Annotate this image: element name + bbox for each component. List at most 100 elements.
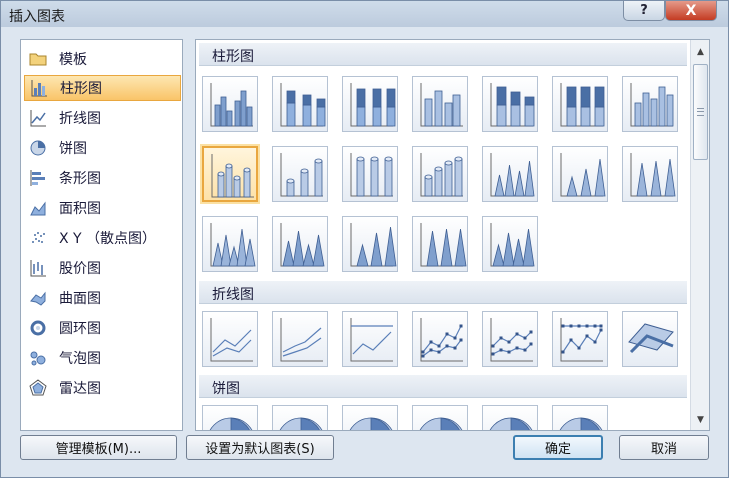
manage-templates-button[interactable]: 管理模板(M)... (20, 435, 177, 460)
col-chart-icon (420, 83, 463, 127)
col-chart-icon (210, 83, 253, 127)
scroll-grip-icon (697, 108, 704, 116)
chart-subtype-thumb[interactable] (202, 405, 258, 430)
chart-subtype-thumb[interactable] (342, 405, 398, 430)
chart-subtype-thumb[interactable] (202, 76, 258, 132)
close-button[interactable]: X (665, 1, 717, 21)
title-bar: 插入图表 ? X (1, 1, 728, 27)
col-chart-icon (490, 83, 535, 127)
cyl-chart-icon (420, 153, 463, 197)
dialog-title: 插入图表 (9, 9, 65, 25)
line-chart-icon (490, 318, 533, 362)
chart-subtype-thumb[interactable] (482, 311, 538, 367)
category-label: 模板 (59, 52, 87, 68)
col-chart-icon (560, 83, 605, 127)
cancel-button[interactable]: 取消 (619, 435, 709, 460)
category-item-pie[interactable]: 饼图 (24, 135, 181, 161)
help-button[interactable]: ? (623, 1, 665, 21)
chart-subtype-thumb[interactable] (482, 216, 538, 272)
chart-subtype-thumb[interactable] (202, 146, 258, 202)
ok-button[interactable]: 确定 (513, 435, 603, 460)
chart-subtype-thumb[interactable] (552, 146, 608, 202)
section-title: 柱形图 (212, 49, 254, 65)
chart-subtype-thumb[interactable] (412, 76, 468, 132)
chart-subtype-thumb[interactable] (272, 76, 328, 132)
pie-chart-icon (559, 417, 603, 430)
chart-subtype-thumb[interactable] (272, 311, 328, 367)
section-title: 折线图 (212, 287, 254, 303)
category-item-bar[interactable]: 条形图 (24, 165, 181, 191)
set-default-chart-button[interactable]: 设置为默认图表(S) (186, 435, 334, 460)
chart-category-list: 模板 柱形图 折线图 饼图 条形图 面积图 X Y （散点图） 股价图 曲面图 … (20, 39, 183, 431)
chart-subtype-gallery: 柱形图 折线图 饼图 (196, 40, 690, 430)
category-item-line[interactable]: 折线图 (24, 105, 181, 131)
chart-subtype-thumb[interactable] (342, 311, 398, 367)
category-item-column[interactable]: 柱形图 (24, 75, 181, 101)
line-chart-icon (628, 323, 674, 354)
chart-subtype-thumb[interactable] (482, 405, 538, 430)
col-chart-icon (630, 83, 674, 127)
scroll-up-icon[interactable]: ▲ (693, 44, 708, 59)
chart-subtype-thumb[interactable] (482, 76, 538, 132)
category-label: 曲面图 (59, 291, 101, 307)
category-item-stock[interactable]: 股价图 (24, 255, 181, 281)
gallery-scrollbar[interactable]: ▲ ▼ (690, 40, 709, 430)
scrollbar-thumb[interactable] (693, 64, 708, 160)
chart-subtype-thumb[interactable] (342, 76, 398, 132)
category-label: 折线图 (59, 111, 101, 127)
category-item-radar[interactable]: 雷达图 (24, 375, 181, 401)
area-chart-icon (29, 199, 47, 217)
chart-subtype-thumb[interactable] (272, 146, 328, 202)
chart-subtype-thumb[interactable] (412, 405, 468, 430)
chart-subtype-thumb[interactable] (272, 216, 328, 272)
line-chart-icon (280, 318, 323, 362)
bar-chart-icon (29, 169, 47, 187)
cone-chart-icon (630, 153, 676, 197)
category-item-bubble[interactable]: 气泡图 (24, 345, 181, 371)
pie-chart-icon (349, 417, 393, 430)
category-label: 条形图 (59, 171, 101, 187)
chart-subtype-thumb[interactable] (202, 311, 258, 367)
cyl-chart-icon (280, 153, 323, 197)
folder-icon (29, 50, 47, 68)
category-label: 圆环图 (59, 321, 101, 337)
col-chart-icon (350, 83, 396, 127)
category-label: 雷达图 (59, 381, 101, 397)
line-chart-icon (420, 318, 463, 362)
chart-subtype-thumb[interactable] (622, 76, 678, 132)
category-item-surface[interactable]: 曲面图 (24, 285, 181, 311)
section-header: 折线图 (199, 281, 687, 304)
chart-subtype-thumb[interactable] (272, 405, 328, 430)
category-item-templates[interactable]: 模板 (24, 46, 181, 72)
scatter-chart-icon (29, 229, 47, 247)
cyl-chart-icon (350, 153, 393, 197)
line-chart-icon (560, 318, 603, 362)
category-label: 气泡图 (59, 351, 101, 367)
chart-subtype-thumb[interactable] (342, 146, 398, 202)
chart-subtype-thumb[interactable] (552, 405, 608, 430)
chart-subtype-thumb[interactable] (412, 146, 468, 202)
stock-chart-icon (29, 259, 47, 277)
chart-subtype-thumb[interactable] (482, 146, 538, 202)
chart-subtype-thumb[interactable] (552, 311, 608, 367)
chart-subtype-thumb[interactable] (342, 216, 398, 272)
doughnut-chart-icon (29, 319, 47, 337)
scroll-down-icon[interactable]: ▼ (693, 412, 708, 427)
pie-chart-icon (489, 417, 533, 430)
pyr-chart-icon (280, 223, 325, 267)
chart-subtype-thumb[interactable] (202, 216, 258, 272)
chart-subtype-thumb[interactable] (622, 311, 678, 367)
section-title: 饼图 (212, 381, 240, 397)
cone-chart-icon (210, 223, 256, 267)
category-item-area[interactable]: 面积图 (24, 195, 181, 221)
category-item-doughnut[interactable]: 圆环图 (24, 315, 181, 341)
pie-chart-icon (419, 417, 463, 430)
category-item-scatter[interactable]: X Y （散点图） (24, 225, 181, 251)
chart-subtype-thumb[interactable] (412, 311, 468, 367)
chart-subtype-thumb[interactable] (622, 146, 678, 202)
category-label: X Y （散点图） (59, 231, 157, 247)
pyr-chart-icon (420, 223, 467, 267)
chart-subtype-thumb[interactable] (552, 76, 608, 132)
chart-subtype-thumb[interactable] (412, 216, 468, 272)
cone-chart-icon (490, 153, 535, 197)
